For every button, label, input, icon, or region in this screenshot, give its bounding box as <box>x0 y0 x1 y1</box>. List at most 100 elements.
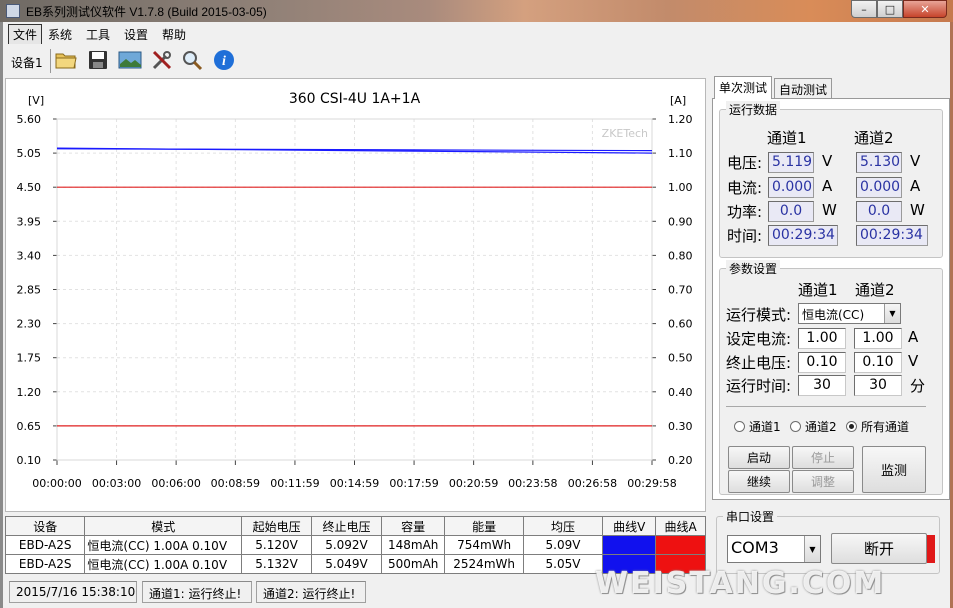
chart: 5.60 1.20 5.05 1.10 4.50 1.00 3.95 0.90 3.40 0.80… <box>17 91 693 490</box>
col-end-voltage: 终止电压 <box>311 516 382 536</box>
menu-settings[interactable]: 设置 <box>124 26 148 43</box>
col-start-voltage: 起始电压 <box>241 516 313 536</box>
title-bar: EB系列测试仪软件 V1.7.8 (Build 2015-03-05) – □ … <box>0 0 953 22</box>
image-icon[interactable] <box>118 48 142 72</box>
run-ch1-header: 通道1 <box>767 129 807 147</box>
info-icon[interactable]: i <box>212 48 236 72</box>
x-tick-label: 00:26:58 <box>568 477 617 490</box>
y-left-tick-label: 3.40 <box>17 249 42 262</box>
radio-all-channels[interactable]: 所有通道 <box>846 418 909 435</box>
port-select-value: COM3 <box>731 538 779 557</box>
mode-select[interactable]: 恒电流(CC) ▼ <box>798 303 901 324</box>
ch1-power-value: 0.0 <box>768 201 814 222</box>
chevron-down-icon[interactable]: ▼ <box>804 536 820 562</box>
x-tick-label: 00:03:00 <box>92 477 141 490</box>
x-tick-label: 00:00:00 <box>32 477 81 490</box>
unit-a: A <box>822 177 833 195</box>
col-curve-a: 曲线A <box>655 516 706 536</box>
ch2-set-current-input[interactable]: 1.00 <box>854 328 902 349</box>
ch1-end-voltage-input[interactable]: 0.10 <box>798 352 846 373</box>
radio-dot[interactable] <box>790 421 801 432</box>
param-ch2-header: 通道2 <box>855 281 895 299</box>
col-device: 设备 <box>4 516 86 536</box>
radio-dot-selected[interactable] <box>846 421 857 432</box>
device-tab[interactable]: 设备1 <box>11 54 43 71</box>
close-button[interactable]: ✕ <box>903 0 947 18</box>
tab-single-test[interactable]: 单次测试 <box>714 76 773 99</box>
menu-tools[interactable]: 工具 <box>86 26 110 43</box>
cell-end-voltage: 5.092V <box>311 535 382 555</box>
maximize-button[interactable]: □ <box>877 0 903 18</box>
save-icon[interactable] <box>86 48 110 72</box>
menu-system[interactable]: 系统 <box>48 26 72 43</box>
menu-file[interactable]: 文件 <box>8 24 43 45</box>
adjust-button[interactable]: 调整 <box>792 470 854 493</box>
cell-device: EBD-A2S <box>4 554 86 574</box>
ch2-end-voltage-input[interactable]: 0.10 <box>854 352 902 373</box>
open-folder-icon[interactable] <box>54 48 78 72</box>
y-left-tick-label: 3.95 <box>17 215 42 228</box>
toolbar-separator <box>50 49 51 73</box>
ch2-run-time-input[interactable]: 30 <box>854 375 902 396</box>
ch1-current-value: 0.000 <box>768 177 814 198</box>
y-right-tick-label: 0.40 <box>668 386 693 399</box>
svg-text:i: i <box>222 54 226 69</box>
unit-v: V <box>822 152 833 170</box>
cell-energy: 754mWh <box>444 535 524 555</box>
x-tick-label: 00:20:59 <box>449 477 498 490</box>
radio-dot[interactable] <box>734 421 745 432</box>
app-icon <box>6 4 20 18</box>
cell-start-voltage: 5.132V <box>241 554 313 574</box>
stop-button[interactable]: 停止 <box>792 446 854 469</box>
tools-icon[interactable] <box>150 48 174 72</box>
ch1-run-time-input[interactable]: 30 <box>798 375 846 396</box>
monitor-button[interactable]: 监测 <box>862 446 926 493</box>
ch1-set-current-input[interactable]: 1.00 <box>798 328 846 349</box>
ch1-time-value: 00:29:34 <box>768 225 838 246</box>
menu-help[interactable]: 帮助 <box>162 26 186 43</box>
start-button[interactable]: 启动 <box>728 446 790 469</box>
cell-mode: 恒电流(CC) 1.00A 0.10V <box>84 535 243 555</box>
y-right-tick-label: 0.50 <box>668 352 693 365</box>
y-left-axis-label: [V] <box>28 94 44 107</box>
ch2-current-value: 0.000 <box>856 177 902 198</box>
radio-all-channels-label: 所有通道 <box>861 420 910 434</box>
x-tick-label: 00:11:59 <box>270 477 319 490</box>
run-time-label: 运行时间: <box>726 377 792 395</box>
end-voltage-label: 终止电压: <box>726 354 792 372</box>
y-left-tick-label: 1.75 <box>17 352 42 365</box>
x-tick-label: 00:08:59 <box>211 477 260 490</box>
radio-channel-1[interactable]: 通道1 <box>734 418 781 435</box>
minimize-button[interactable]: – <box>851 0 877 18</box>
continue-button[interactable]: 继续 <box>728 470 790 493</box>
radio-channel-2-label: 通道2 <box>805 420 837 434</box>
y-left-tick-label: 0.10 <box>17 454 42 467</box>
y-left-tick-label: 2.85 <box>17 284 42 297</box>
magnifier-icon[interactable] <box>180 48 204 72</box>
unit-w: W <box>822 201 837 219</box>
voltage-label: 电压: <box>727 154 763 172</box>
y-right-tick-label: 0.20 <box>668 454 693 467</box>
tab-auto-test[interactable]: 自动测试 <box>774 78 833 99</box>
y-left-tick-label: 2.30 <box>17 318 42 331</box>
time-label: 时间: <box>727 227 763 245</box>
chart-watermark: ZKETech <box>602 127 648 140</box>
cell-curve-v-color[interactable] <box>602 535 657 555</box>
y-left-tick-label: 0.65 <box>17 420 42 433</box>
col-energy: 能量 <box>444 516 524 536</box>
unit-v: V <box>908 352 919 370</box>
ch2-voltage-value: 5.130 <box>856 152 902 173</box>
y-right-tick-label: 1.10 <box>668 147 693 160</box>
unit-w: W <box>910 201 925 219</box>
serial-label: 串口设置 <box>723 508 778 525</box>
run-data-label: 运行数据 <box>726 101 781 118</box>
x-tick-label: 00:06:00 <box>151 477 200 490</box>
disconnect-button[interactable]: 断开 <box>831 533 927 564</box>
radio-channel-2[interactable]: 通道2 <box>790 418 837 435</box>
chart-panel: 5.60 1.20 5.05 1.10 4.50 1.00 3.95 0.90 3.40 0.80… <box>5 78 706 512</box>
cell-curve-a-color[interactable] <box>655 535 706 555</box>
chevron-down-icon[interactable]: ▼ <box>884 304 900 323</box>
table-row[interactable]: EBD-A2S 恒电流(CC) 1.00A 0.10V 5.120V 5.092… <box>4 535 706 555</box>
x-tick-label: 00:23:58 <box>508 477 557 490</box>
port-select[interactable]: COM3 ▼ <box>727 535 821 563</box>
